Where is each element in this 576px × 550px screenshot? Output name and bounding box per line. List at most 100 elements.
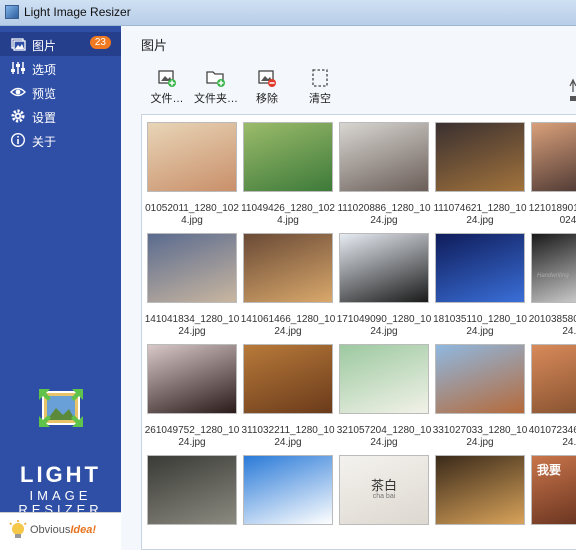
image-thumbnail[interactable]: 1210189012_1280_1024.jpg — [529, 122, 576, 232]
thumbnail-image — [147, 122, 237, 192]
title-bar: Light Image Resizer — [0, 0, 576, 26]
thumbnail-image — [243, 344, 333, 414]
clear-label: 清空 — [309, 93, 331, 105]
cup-image-text: 我要 — [537, 463, 562, 477]
thumbnail-filename: 141041834_1280_1024.jpg — [144, 314, 240, 337]
remove-button[interactable]: 移除 — [244, 66, 290, 110]
add-folder-icon — [206, 71, 225, 87]
image-thumbnail[interactable]: 201038580_1280_1024.jpg Handwriting — [529, 233, 576, 343]
sidebar-item-label: 预览 — [32, 87, 57, 101]
images-icon — [10, 36, 26, 52]
remove-label: 移除 — [256, 93, 278, 105]
thumbnail-image — [243, 122, 333, 192]
info-icon — [10, 132, 26, 148]
thumbnail-image — [147, 233, 237, 303]
main-panel: 图片 文件… 文件夹… 移除 清空 01052011_1280_1024.jpg… — [121, 26, 576, 550]
image-thumbnail[interactable]: 我要 — [531, 455, 576, 549]
sidebar-item-preview[interactable]: 预览 — [0, 80, 121, 104]
tea-image-subtext: cha bai — [372, 493, 396, 500]
image-thumbnail[interactable]: 181035110_1280_1024.jpg — [433, 233, 527, 343]
thumbnail-filename: 11049426_1280_1024.jpg — [241, 203, 335, 226]
brand-part2: Idea! — [70, 524, 97, 536]
tea-image-text: 茶白 — [370, 478, 397, 493]
image-thumbnail[interactable]: 401072346_1280_1024.jpg — [529, 344, 576, 454]
add-files-label: 文件… — [150, 93, 184, 105]
toolbar: 文件… 文件夹… 移除 清空 — [121, 64, 576, 112]
image-thumbnail[interactable] — [147, 455, 237, 549]
thumbnail-image — [243, 455, 333, 525]
window-title: Light Image Resizer — [24, 5, 131, 19]
image-thumbnail[interactable]: 111020886_1280_1024.jpg — [337, 122, 431, 232]
image-thumbnail[interactable]: 茶白 cha bai — [339, 455, 429, 549]
logo-text-light: LIGHT — [20, 462, 101, 487]
thumbnail-image — [435, 344, 525, 414]
image-thumbnail[interactable] — [243, 455, 333, 549]
image-thumbnail[interactable]: 01052011_1280_1024.jpg — [145, 122, 239, 232]
thumbnail-filename: 01052011_1280_1024.jpg — [145, 203, 239, 226]
image-thumbnail[interactable]: 171049090_1280_1024.jpg — [337, 233, 431, 343]
sidebar-item-about[interactable]: 关于 — [0, 128, 121, 152]
add-folder-button[interactable]: 文件夹… — [193, 66, 239, 110]
eye-icon — [10, 84, 26, 100]
image-thumbnail[interactable]: 311032211_1280_1024.jpg — [241, 344, 335, 454]
toolbar-overflow-icon[interactable] — [569, 78, 576, 102]
thumbnail-image — [339, 122, 429, 192]
brand-text: ObviousIdea! — [30, 524, 96, 536]
image-count-badge: 23 — [89, 36, 111, 49]
thumbnail-image — [531, 233, 576, 303]
add-files-button[interactable]: 文件… — [144, 66, 190, 110]
thumbnail-filename: 201038580_1280_1024.jpg — [528, 314, 576, 337]
thumbnail-image — [339, 233, 429, 303]
sidebar-item-images[interactable]: 图片 23 — [0, 32, 121, 56]
clear-icon — [312, 69, 328, 87]
lightbulb-icon — [9, 520, 27, 538]
image-thumbnail[interactable]: 111074621_1280_1024.jpg — [433, 122, 527, 232]
thumbnail-filename: 321057204_1280_1024.jpg — [336, 425, 432, 448]
brand-part1: Obvious — [30, 524, 71, 536]
image-thumbnail[interactable] — [435, 455, 525, 549]
image-thumbnail[interactable]: 141041834_1280_1024.jpg — [145, 233, 239, 343]
thumbnail-image — [531, 344, 576, 414]
logo-text-image: IMAGE — [29, 488, 92, 503]
thumbnail-filename: 331027033_1280_1024.jpg — [432, 425, 528, 448]
clear-button[interactable]: 清空 — [297, 66, 343, 110]
thumbnail-image — [435, 455, 525, 525]
thumbnail-image — [339, 344, 429, 414]
image-thumbnail[interactable]: 321057204_1280_1024.jpg — [337, 344, 431, 454]
sidebar-item-label: 关于 — [32, 135, 57, 149]
remove-icon — [258, 70, 276, 87]
thumbnail-image — [435, 233, 525, 303]
thumbnail-filename: 111020886_1280_1024.jpg — [337, 203, 431, 226]
thumbnail-filename: 1210189012_1280_1024.jpg — [528, 203, 576, 226]
image-thumbnail[interactable]: 11049426_1280_1024.jpg — [241, 122, 335, 232]
thumbnail-image — [531, 122, 576, 192]
obviousidea-brand[interactable]: ObviousIdea! — [0, 512, 121, 550]
thumbnail-filename: 181035110_1280_1024.jpg — [433, 314, 527, 337]
app-icon — [5, 5, 19, 19]
image-thumbnail[interactable]: 141061466_1280_1024.jpg — [241, 233, 335, 343]
add-folder-label: 文件夹… — [194, 93, 238, 105]
thumbnail-filename: 311032211_1280_1024.jpg — [241, 425, 335, 448]
thumbnail-image — [147, 344, 237, 414]
resize-logo-icon — [39, 389, 83, 427]
sidebar-item-label: 设置 — [32, 111, 57, 125]
thumbnail-filename: 111074621_1280_1024.jpg — [433, 203, 527, 226]
thumbnail-image — [435, 122, 525, 192]
sidebar-item-options[interactable]: 选项 — [0, 56, 121, 80]
add-file-icon — [158, 70, 176, 87]
sidebar-item-label: 选项 — [32, 63, 57, 77]
thumbnail-image — [147, 455, 237, 525]
image-grid[interactable]: 01052011_1280_1024.jpg 11049426_1280_1024… — [141, 114, 576, 550]
sidebar-item-settings[interactable]: 设置 — [0, 104, 121, 128]
sliders-icon — [10, 60, 26, 76]
thumbnail-filename: 171049090_1280_1024.jpg — [336, 314, 432, 337]
thumbnail-filename: 141061466_1280_1024.jpg — [240, 314, 336, 337]
thumbnail-filename: 261049752_1280_1024.jpg — [144, 425, 240, 448]
page-title: 图片 — [141, 38, 168, 53]
image-thumbnail[interactable]: 331027033_1280_1024.jpg — [433, 344, 527, 454]
sidebar-item-label: 图片 — [32, 39, 57, 53]
gear-icon — [10, 108, 26, 124]
sidebar: 图片 23 选项 预览 设置 关于 LIGHT IMAGE RESIZER — [0, 26, 121, 550]
image-thumbnail[interactable]: 261049752_1280_1024.jpg — [145, 344, 239, 454]
hand-image-text: Handwriting — [537, 273, 569, 279]
